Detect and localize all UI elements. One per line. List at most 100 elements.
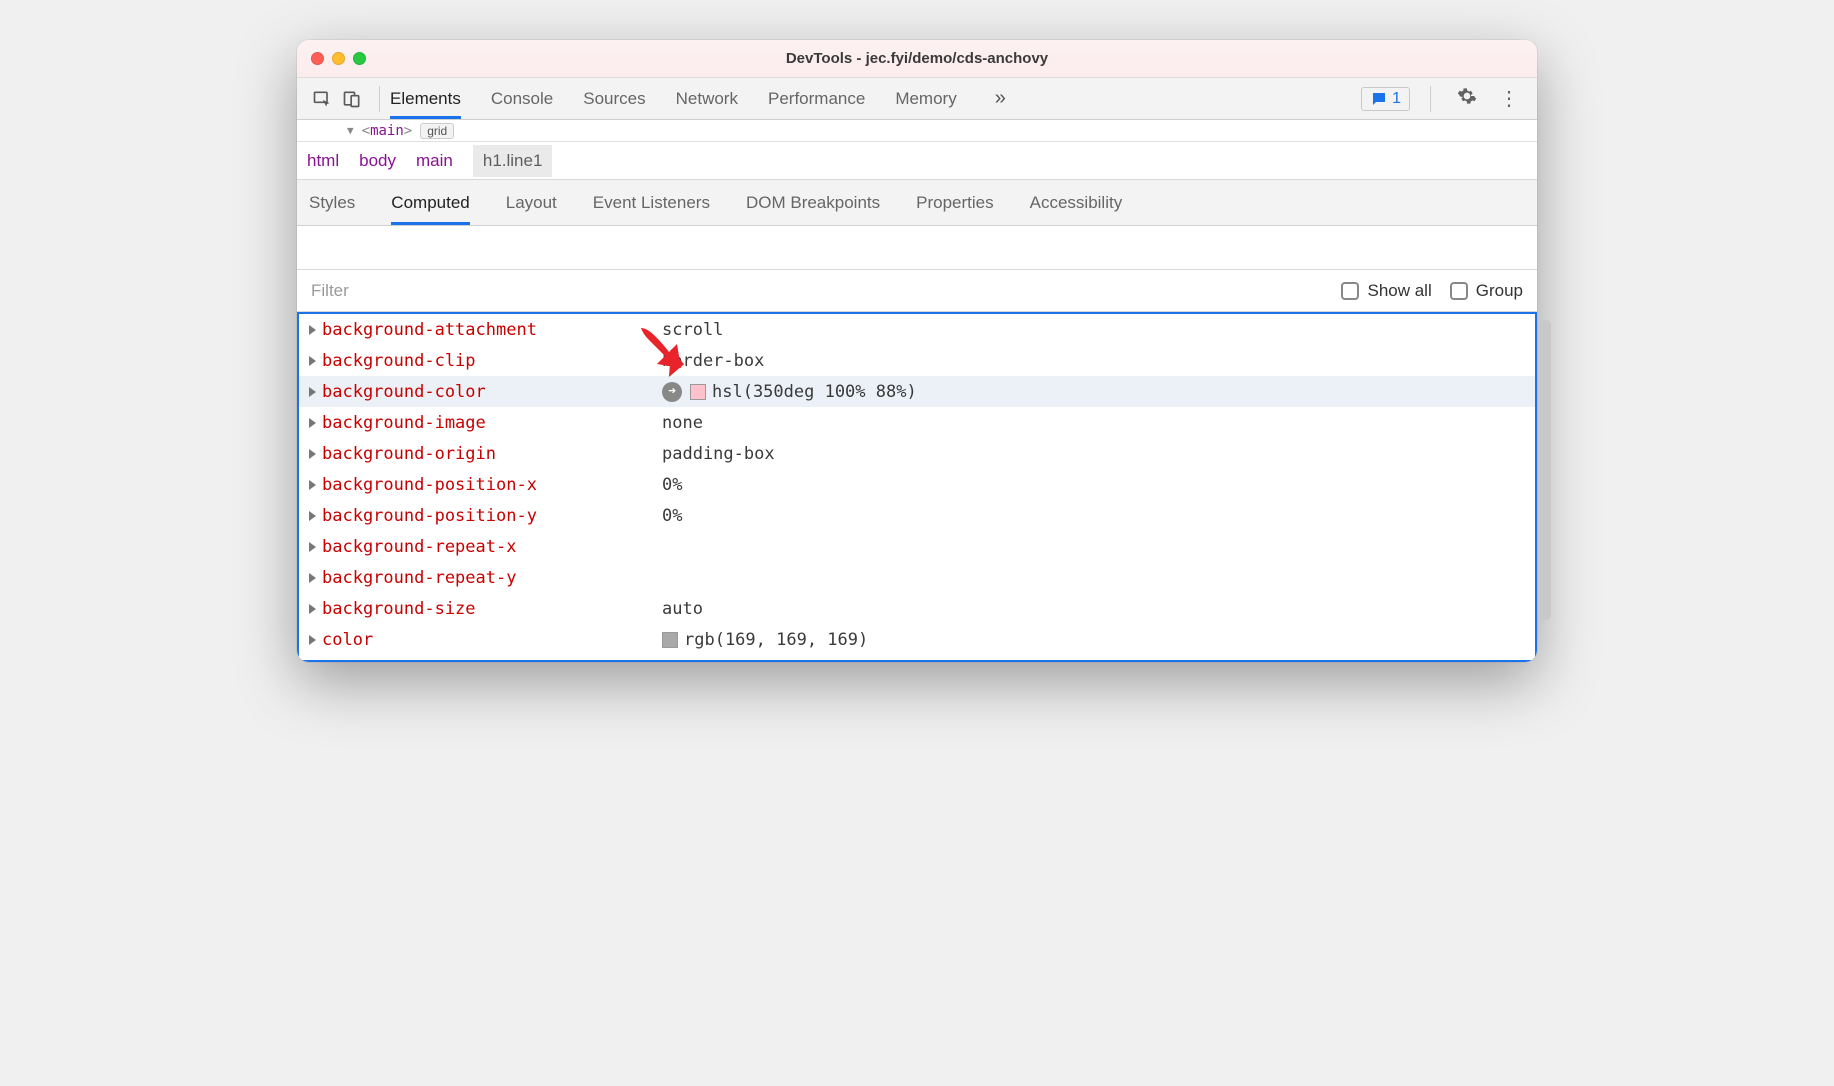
titlebar: DevTools - jec.fyi/demo/cds-anchovy [297,40,1537,78]
property-value: 0% [662,506,682,526]
property-value-text: 0% [662,506,682,526]
computed-property-row[interactable]: background-position-y0% [299,500,1535,531]
inspect-icon[interactable] [309,86,335,112]
toolbar-separator [379,86,380,112]
device-toggle-icon[interactable] [339,86,365,112]
property-value: border-box [662,351,764,371]
property-value-text: none [662,413,703,433]
maximize-window-button[interactable] [353,52,366,65]
computed-properties-panel: background-attachmentscrollbackground-cl… [297,312,1537,662]
subtab-computed[interactable]: Computed [391,181,469,225]
traffic-lights [311,52,366,65]
expand-triangle-icon[interactable] [309,635,316,645]
tab-performance[interactable]: Performance [768,79,865,119]
computed-property-row[interactable]: background-color➜ hsl(350deg 100% 88%) [299,376,1535,407]
tab-memory[interactable]: Memory [895,79,956,119]
color-swatch-icon[interactable] [662,632,678,648]
expand-triangle-icon[interactable] [309,480,316,490]
toolbar-separator [1430,86,1431,112]
property-value-text: 0% [662,475,682,495]
expand-triangle-icon[interactable] [309,542,316,552]
settings-icon[interactable] [1451,86,1483,111]
tab-network[interactable]: Network [676,79,738,119]
show-all-checkbox[interactable]: Show all [1341,281,1431,301]
property-name: background-clip [322,351,662,371]
subtab-properties[interactable]: Properties [916,181,993,225]
checkbox-icon [1450,282,1468,300]
property-name: color [322,630,662,650]
property-value-text: auto [662,599,703,619]
subtab-styles[interactable]: Styles [309,181,355,225]
expand-triangle-icon[interactable] [309,449,316,459]
more-tabs-button[interactable]: » [987,87,1014,110]
breadcrumb-bar: html body main h1.line1 [297,142,1537,180]
property-name: background-origin [322,444,662,464]
property-value: none [662,413,703,433]
tab-elements[interactable]: Elements [390,79,461,119]
property-value: 0% [662,475,682,495]
tab-sources[interactable]: Sources [583,79,645,119]
property-value: rgb(169, 169, 169) [662,630,868,650]
color-swatch-icon[interactable] [690,384,706,400]
group-label: Group [1476,281,1523,301]
property-value-text: rgb(169, 169, 169) [684,630,868,650]
tab-console[interactable]: Console [491,79,553,119]
expand-triangle-icon[interactable] [309,573,316,583]
group-checkbox[interactable]: Group [1450,281,1523,301]
filter-input[interactable] [311,281,1323,301]
property-value-text: scroll [662,320,723,340]
show-all-label: Show all [1367,281,1431,301]
subtab-layout[interactable]: Layout [506,181,557,225]
devtools-window: DevTools - jec.fyi/demo/cds-anchovy Elem… [297,40,1537,662]
property-name: background-repeat-x [322,537,662,557]
computed-property-row[interactable]: background-originpadding-box [299,438,1535,469]
computed-property-row[interactable]: color rgb(169, 169, 169) [299,624,1535,655]
expand-triangle-icon[interactable] [309,387,316,397]
property-value: ➜ hsl(350deg 100% 88%) [662,382,917,402]
computed-property-row[interactable]: background-imagenone [299,407,1535,438]
computed-property-row[interactable]: background-attachmentscroll [299,314,1535,345]
computed-filter-row: Show all Group [297,270,1537,312]
close-window-button[interactable] [311,52,324,65]
expand-caret-icon[interactable]: ▼ [347,124,354,137]
property-name: background-size [322,599,662,619]
spacer [297,226,1537,270]
expand-triangle-icon[interactable] [309,418,316,428]
issues-badge[interactable]: 1 [1361,87,1410,111]
property-value: padding-box [662,444,775,464]
window-title: DevTools - jec.fyi/demo/cds-anchovy [297,50,1537,67]
dom-tag: main [370,123,404,139]
subtab-event-listeners[interactable]: Event Listeners [593,181,710,225]
subtab-dom-breakpoints[interactable]: DOM Breakpoints [746,181,880,225]
expand-triangle-icon[interactable] [309,511,316,521]
issue-count: 1 [1392,90,1401,108]
expand-triangle-icon[interactable] [309,356,316,366]
computed-property-row[interactable]: background-repeat-y [299,562,1535,593]
breadcrumb-main[interactable]: main [416,151,453,171]
property-name: background-position-x [322,475,662,495]
goto-source-icon[interactable]: ➜ [662,382,682,402]
property-value: scroll [662,320,723,340]
breadcrumb-body[interactable]: body [359,151,396,171]
computed-property-row[interactable]: background-clipborder-box [299,345,1535,376]
property-name: background-repeat-y [322,568,662,588]
property-name: background-color [322,382,662,402]
scrollbar-thumb[interactable] [1540,320,1551,620]
computed-property-row[interactable]: background-repeat-x [299,531,1535,562]
minimize-window-button[interactable] [332,52,345,65]
property-value-text: hsl(350deg 100% 88%) [712,382,917,402]
property-name: background-attachment [322,320,662,340]
property-value: auto [662,599,703,619]
expand-triangle-icon[interactable] [309,604,316,614]
dom-tree-row[interactable]: ▼ <main> grid [297,120,1537,142]
sidebar-tabs: Styles Computed Layout Event Listeners D… [297,180,1537,226]
breadcrumb-selected[interactable]: h1.line1 [473,145,553,177]
main-menu-icon[interactable]: ⋮ [1493,86,1525,111]
subtab-accessibility[interactable]: Accessibility [1030,181,1123,225]
computed-property-row[interactable]: background-position-x0% [299,469,1535,500]
grid-badge[interactable]: grid [420,123,454,139]
expand-triangle-icon[interactable] [309,325,316,335]
breadcrumb-html[interactable]: html [307,151,339,171]
computed-property-row[interactable]: background-sizeauto [299,593,1535,624]
property-value-text: padding-box [662,444,775,464]
